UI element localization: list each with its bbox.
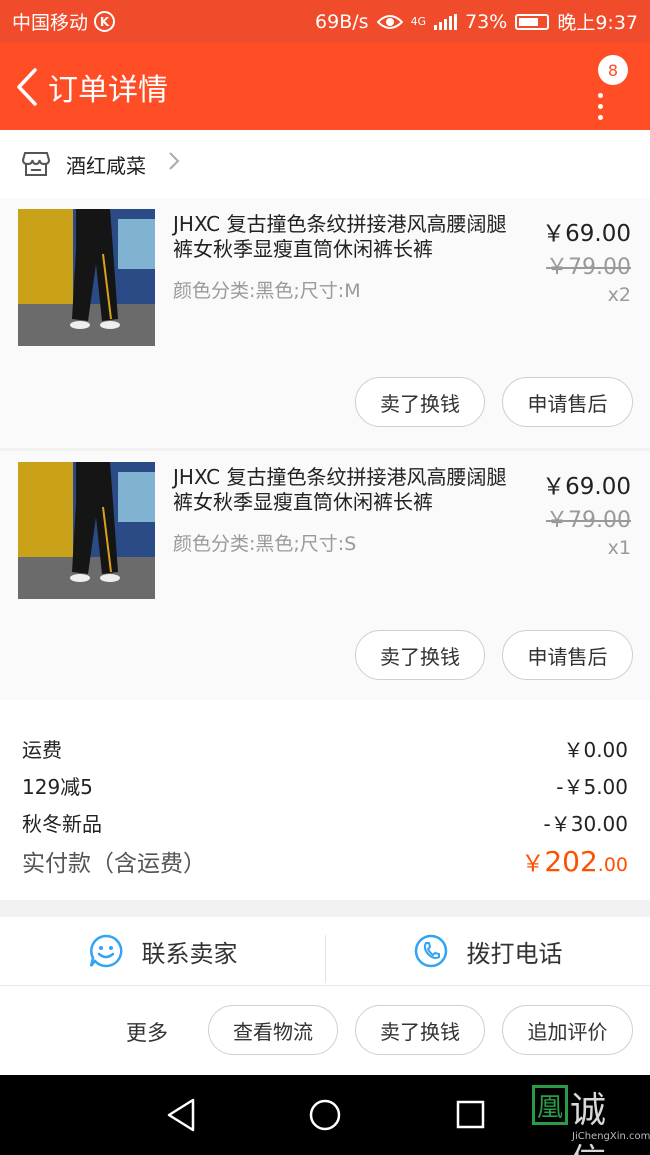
product-image[interactable]: [18, 462, 155, 599]
sell-button[interactable]: 卖了换钱: [355, 377, 485, 427]
signal-icon: [434, 13, 458, 30]
sell-button[interactable]: 卖了换钱: [355, 1005, 485, 1055]
more-actions-button[interactable]: 更多: [126, 1017, 168, 1047]
status-right: 69B/s 4G 73% 晚上9:37: [315, 8, 638, 35]
order-summary: 运费 ￥0.00 129减5 -￥5.00 秋冬新品 -￥30.00 实付款（含…: [0, 700, 650, 900]
battery-percent: 73%: [465, 10, 508, 33]
back-triangle-icon[interactable]: [166, 1098, 196, 1132]
watermark-logo: 凰 诚信 JiChengXin.com: [532, 1081, 650, 1155]
shop-row[interactable]: 酒红咸菜: [0, 130, 650, 198]
view-logistics-button[interactable]: 查看物流: [208, 1005, 338, 1055]
chevron-right-icon: [168, 151, 180, 177]
status-bar: 中国移动 K 69B/s 4G 73% 晚上9:37: [0, 0, 650, 43]
total-amount: ￥202.00: [521, 844, 628, 878]
battery-icon: [515, 13, 550, 30]
watermark-logo-icon: 凰: [532, 1085, 568, 1125]
more-vertical-icon: [598, 93, 603, 120]
watermark-url: JiChengXin.com: [572, 1131, 650, 1142]
eye-icon: [376, 14, 403, 29]
product-title[interactable]: JHXC 复古撞色条纹拼接港风高腰阔腿裤女秋季显瘦直筒休闲裤长裤: [173, 465, 523, 515]
promo-row: 秋冬新品 -￥30.00: [22, 808, 628, 837]
order-item[interactable]: JHXC 复古撞色条纹拼接港风高腰阔腿裤女秋季显瘦直筒休闲裤长裤 颜色分类:黑色…: [0, 198, 650, 448]
summary-label: 运费: [22, 738, 62, 762]
home-circle-icon[interactable]: [309, 1098, 341, 1132]
product-price: ￥69.00: [542, 221, 631, 247]
contact-seller-label: 联系卖家: [141, 939, 238, 968]
total-label: 实付款（含运费）: [22, 851, 206, 877]
product-image[interactable]: [18, 209, 155, 346]
divider: [0, 985, 650, 986]
call-phone-button[interactable]: 拨打电话: [325, 917, 650, 985]
after-sale-button[interactable]: 申请售后: [502, 630, 633, 680]
notification-badge: 8: [598, 55, 628, 85]
status-left: 中国移动 K: [12, 8, 116, 35]
discount-row: 129减5 -￥5.00: [22, 771, 628, 800]
product-quantity: x2: [607, 284, 631, 306]
add-review-button[interactable]: 追加评价: [502, 1005, 633, 1055]
summary-value: -￥5.00: [556, 775, 628, 799]
product-quantity: x1: [607, 537, 631, 559]
clock: 晚上9:37: [557, 12, 638, 34]
total-row: 实付款（含运费） ￥202.00: [22, 844, 628, 878]
chat-smile-icon: [89, 934, 122, 968]
system-navigation-bar: 凰 诚信 JiChengXin.com: [0, 1075, 650, 1155]
product-price: ￥69.00: [542, 474, 631, 500]
product-original-price: ￥79.00: [546, 508, 631, 533]
more-menu-button[interactable]: 8: [586, 55, 628, 120]
carrier-badge-icon: K: [94, 11, 116, 32]
page-title: 订单详情: [48, 72, 168, 108]
product-spec: 颜色分类:黑色;尺寸:S: [173, 533, 357, 555]
summary-value: ￥0.00: [563, 738, 628, 762]
product-original-price: ￥79.00: [546, 255, 631, 280]
action-panel: 联系卖家 拨打电话 更多 查看物流 卖了换钱 追加评价: [0, 917, 650, 1075]
watermark-text: 诚信: [570, 1090, 608, 1155]
sell-button[interactable]: 卖了换钱: [355, 630, 485, 680]
shop-icon: [22, 152, 50, 176]
call-phone-label: 拨打电话: [466, 939, 563, 968]
phone-icon: [414, 934, 447, 968]
total-decimal: .00: [597, 854, 628, 876]
product-title[interactable]: JHXC 复古撞色条纹拼接港风高腰阔腿裤女秋季显瘦直筒休闲裤长裤: [173, 212, 523, 262]
shop-name: 酒红咸菜: [66, 153, 146, 178]
back-arrow-icon: [17, 67, 37, 106]
carrier-label: 中国移动: [12, 12, 89, 34]
back-button[interactable]: [6, 43, 48, 130]
network-type: 4G: [410, 15, 427, 28]
order-item[interactable]: JHXC 复古撞色条纹拼接港风高腰阔腿裤女秋季显瘦直筒休闲裤长裤 颜色分类:黑色…: [0, 451, 650, 701]
summary-label: 秋冬新品: [22, 812, 102, 836]
total-currency: ￥: [521, 851, 545, 877]
product-spec: 颜色分类:黑色;尺寸:M: [173, 280, 361, 302]
after-sale-button[interactable]: 申请售后: [502, 377, 633, 427]
nav-bar: 订单详情 8: [0, 43, 650, 130]
summary-value: -￥30.00: [543, 812, 628, 836]
battery-level-fill: [519, 17, 539, 26]
recents-square-icon[interactable]: [455, 1098, 485, 1132]
total-integer: 202: [544, 845, 598, 878]
summary-label: 129减5: [22, 775, 93, 799]
shipping-row: 运费 ￥0.00: [22, 734, 628, 763]
contact-seller-button[interactable]: 联系卖家: [0, 917, 325, 985]
network-speed: 69B/s: [315, 10, 369, 33]
